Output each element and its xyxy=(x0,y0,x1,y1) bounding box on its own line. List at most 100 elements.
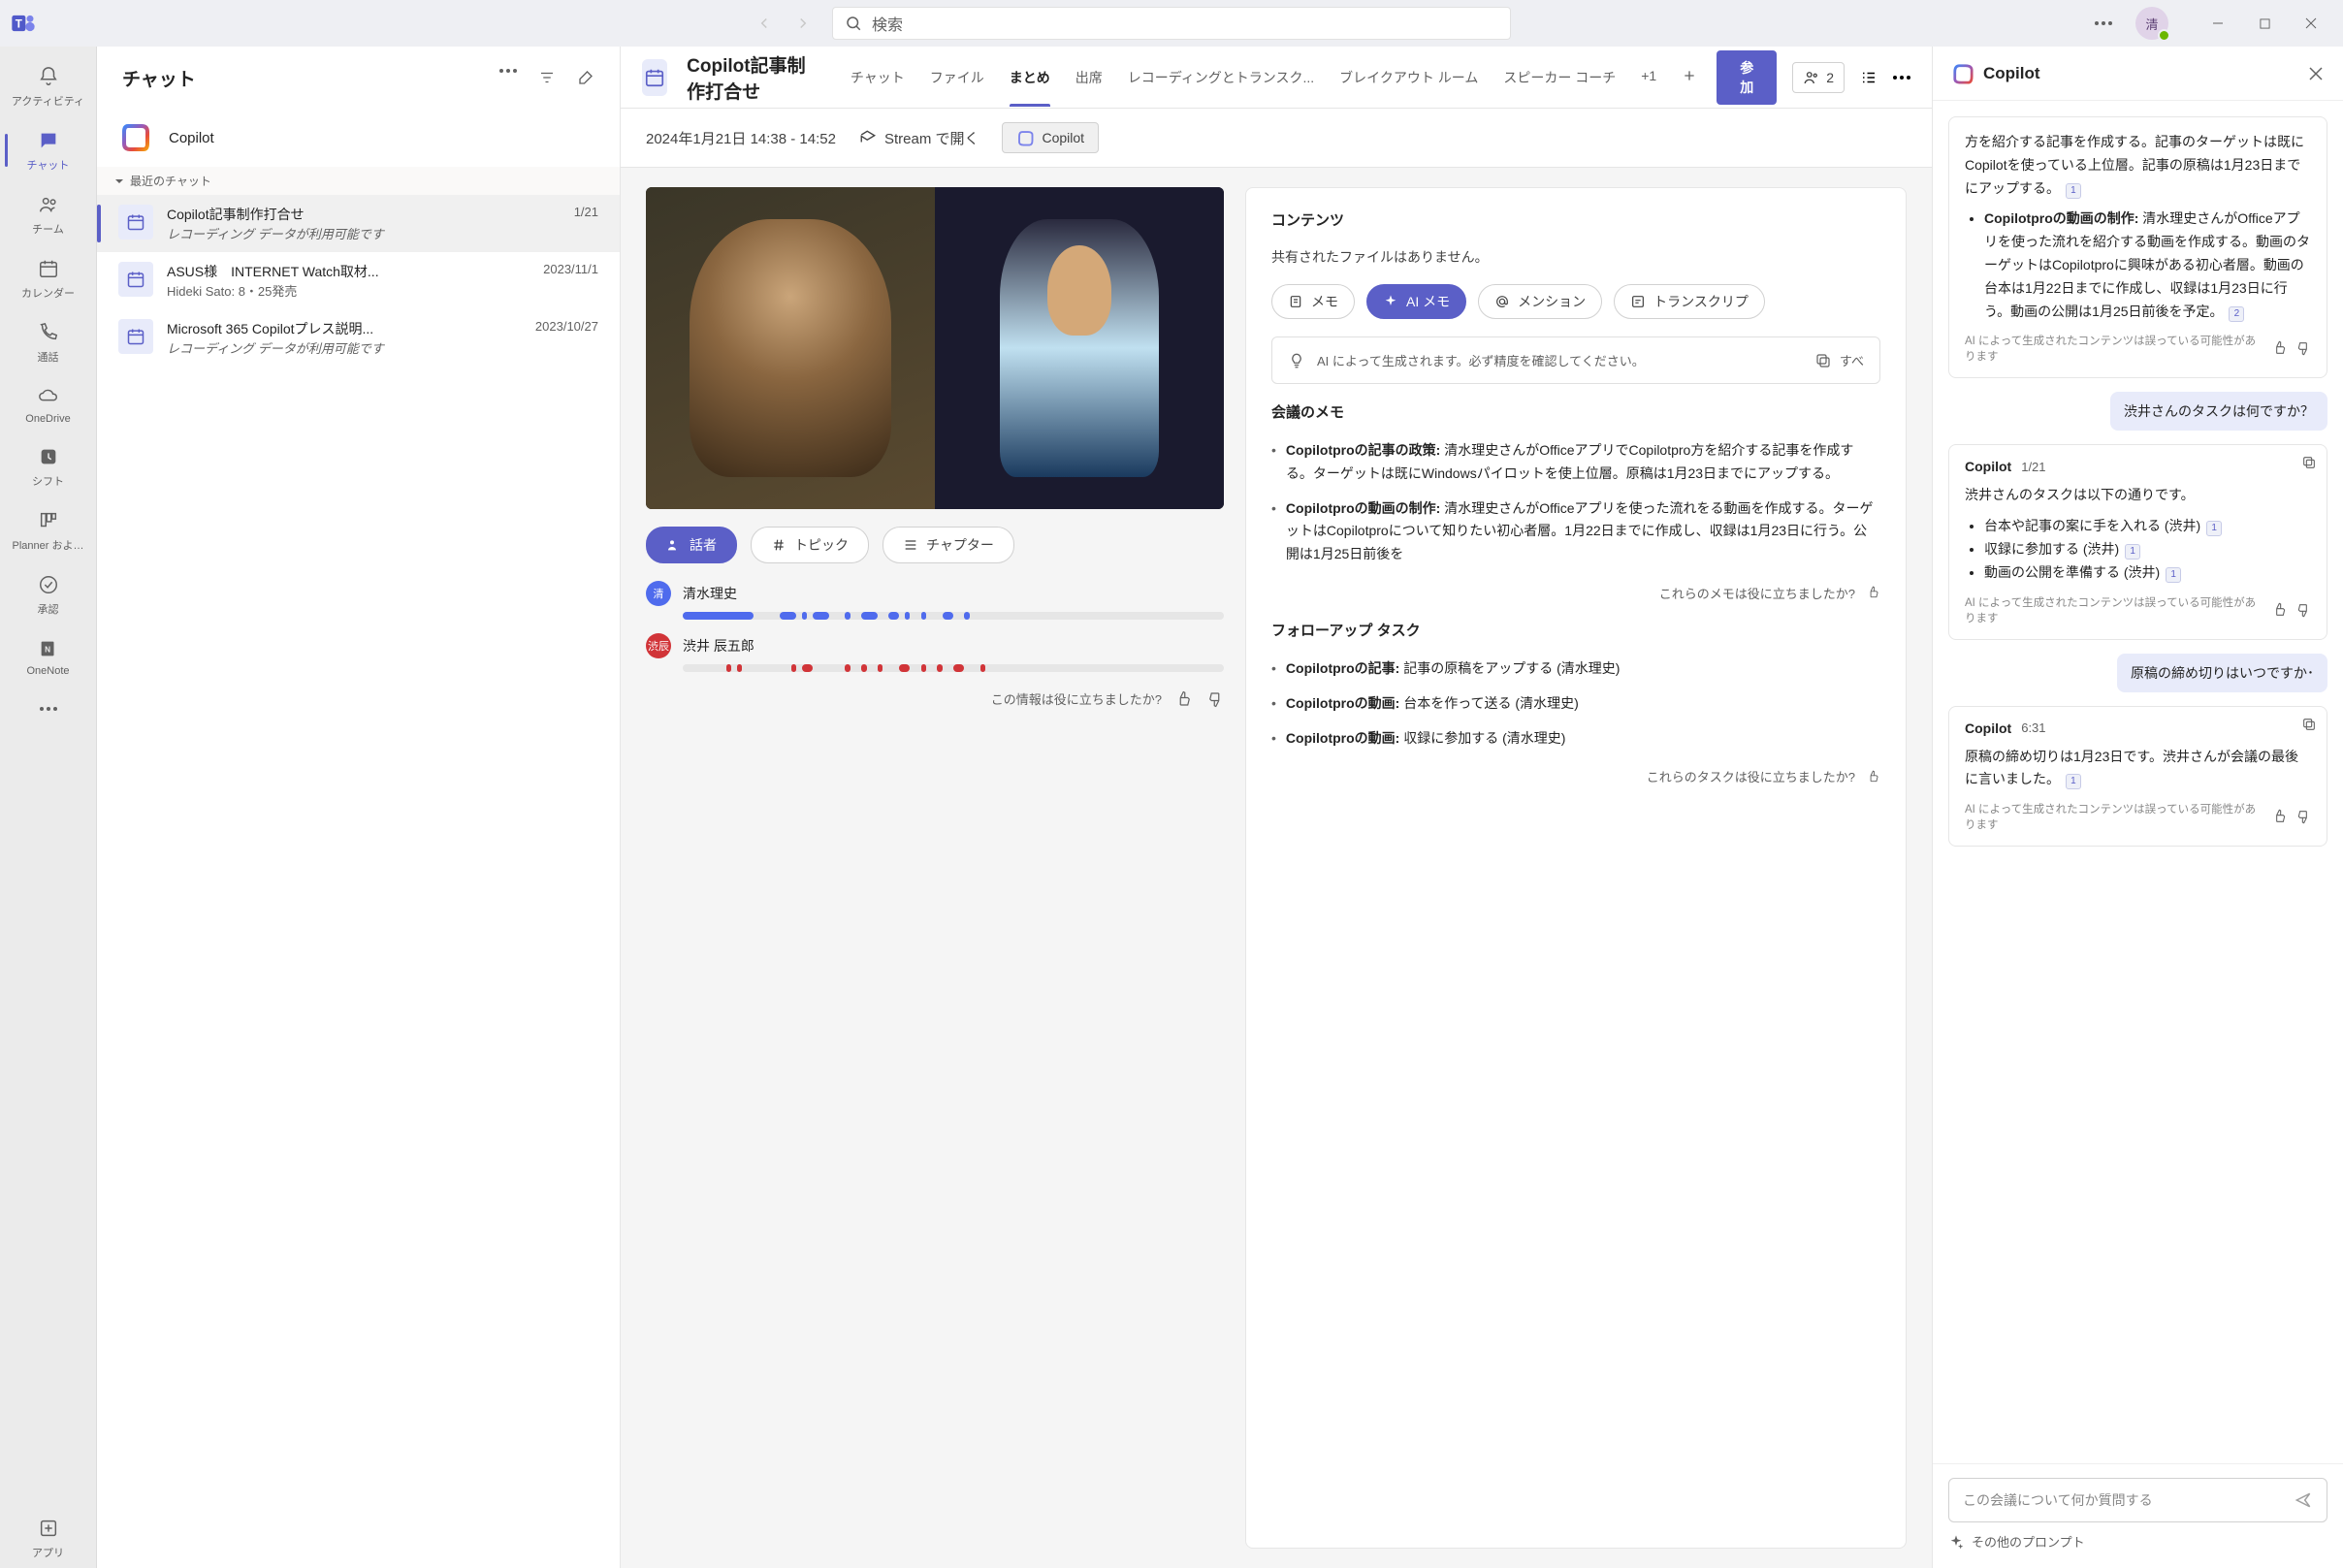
reference-chip[interactable]: 2 xyxy=(2229,306,2244,322)
user-message: 原稿の締め切りはいつですか･ xyxy=(2117,654,2327,692)
rail-chat[interactable]: チャット xyxy=(5,120,92,180)
rail-onedrive[interactable]: OneDrive xyxy=(5,376,92,432)
copilot-entry-label: Copilot xyxy=(169,130,214,146)
rail-calendar[interactable]: カレンダー xyxy=(5,248,92,308)
rail-activity[interactable]: アクティビティ xyxy=(5,56,92,116)
speaker-timeline[interactable] xyxy=(683,612,1224,620)
chat-list-panel: チャット Copilot 最近のチャット Copilot記事制作打合せ レコーデ… xyxy=(97,47,621,1568)
tab-speaker-coach[interactable]: スピーカー コーチ xyxy=(1503,48,1616,107)
thumbs-down-button[interactable] xyxy=(2295,340,2311,356)
copilot-input[interactable]: この会議について何か質問する xyxy=(1948,1478,2327,1522)
chevron-down-icon xyxy=(114,176,124,186)
tab-files[interactable]: ファイル xyxy=(930,48,984,107)
copy-button[interactable] xyxy=(2301,717,2317,732)
copilot-icon xyxy=(1952,63,1974,84)
window-maximize[interactable] xyxy=(2242,8,2287,39)
window-close[interactable] xyxy=(2289,8,2333,39)
rail-calls[interactable]: 通話 xyxy=(5,312,92,372)
chat-list-header: チャット xyxy=(97,47,620,109)
pill-mention[interactable]: メンション xyxy=(1478,284,1602,319)
chat-item[interactable]: Copilot記事制作打合せ レコーディング データが利用可能です 1/21 xyxy=(97,195,620,252)
open-in-stream[interactable]: Stream で開く xyxy=(859,128,979,148)
tab-breakout[interactable]: ブレイクアウト ルーム xyxy=(1339,48,1478,107)
other-prompts-button[interactable]: その他のプロンプト xyxy=(1948,1532,2327,1551)
reference-chip[interactable]: 1 xyxy=(2206,521,2222,536)
chat-item[interactable]: ASUS様 INTERNET Watch取材... Hideki Sato: 8… xyxy=(97,252,620,309)
tab-attendance[interactable]: 出席 xyxy=(1075,48,1103,107)
chat-copilot-entry[interactable]: Copilot xyxy=(97,109,620,167)
thumbs-up-button[interactable] xyxy=(1175,690,1193,708)
thumbs-down-button[interactable] xyxy=(1206,690,1224,708)
pill-memo[interactable]: メモ xyxy=(1271,284,1355,319)
copilot-toggle-chip[interactable]: Copilot xyxy=(1002,122,1099,153)
nav-forward[interactable] xyxy=(786,6,820,41)
rail-onenote[interactable]: NOneNote xyxy=(5,628,92,685)
chat-group-recent[interactable]: 最近のチャット xyxy=(97,167,620,195)
tab-recap[interactable]: まとめ xyxy=(1010,48,1050,107)
speaker-avatar: 渋辰 xyxy=(646,633,671,658)
speaker-timelines: 清清水理史 xyxy=(646,581,1224,672)
rail-approvals[interactable]: 承認 xyxy=(5,564,92,624)
main-content: Copilot記事制作打合せ チャット ファイル まとめ 出席 レコーディングと… xyxy=(621,47,1932,1568)
app-rail: アクティビティ チャット チーム カレンダー 通話 OneDrive シフト P… xyxy=(0,47,97,1568)
recording-thumbnail[interactable] xyxy=(646,187,1224,509)
copy-button[interactable] xyxy=(2301,455,2317,470)
meeting-icon xyxy=(118,262,153,297)
chat-list-more[interactable] xyxy=(499,69,517,86)
tab-more[interactable]: +1 xyxy=(1641,48,1656,107)
search-placeholder: 検索 xyxy=(872,12,903,35)
tab-recording[interactable]: レコーディングとトランスク... xyxy=(1128,48,1314,107)
pill-ai-memo[interactable]: AI メモ xyxy=(1366,284,1466,319)
view-tab-chapter[interactable]: チャプター xyxy=(883,527,1014,563)
copilot-close-button[interactable] xyxy=(2308,66,2324,81)
meeting-head-more[interactable] xyxy=(1893,76,1910,80)
tab-chat[interactable]: チャット xyxy=(851,48,905,107)
copilot-title: Copilot xyxy=(1983,64,2040,83)
thumbs-up-button[interactable] xyxy=(1867,586,1880,599)
search-icon xyxy=(845,15,862,32)
search-input[interactable]: 検索 xyxy=(832,7,1511,40)
copilot-list-item: Copilotproの動画の制作: 清水理史さんがOfficeアプリを使った流れ… xyxy=(1984,208,2311,323)
rail-apps[interactable]: アプリ xyxy=(5,1508,92,1568)
copy-icon[interactable] xyxy=(1814,352,1832,369)
copilot-response-card: Copilot6:31 原稿の締め切りは1月23日です。渋井さんが会議の最後に言… xyxy=(1948,706,2327,848)
tab-add[interactable] xyxy=(1682,48,1697,107)
chat-item[interactable]: Microsoft 365 Copilotプレス説明... レコーディング デー… xyxy=(97,309,620,367)
nav-back[interactable] xyxy=(747,6,782,41)
thumbs-up-button[interactable] xyxy=(1867,770,1880,784)
titlebar-more[interactable] xyxy=(2089,16,2118,31)
rail-more[interactable] xyxy=(5,688,92,729)
participants-button[interactable]: 2 xyxy=(1792,62,1845,93)
transcript-icon xyxy=(1630,294,1646,309)
new-chat-button[interactable] xyxy=(577,69,594,86)
thumbs-up-button[interactable] xyxy=(2272,602,2288,618)
list-view-button[interactable] xyxy=(1860,69,1878,86)
user-avatar[interactable]: 清 xyxy=(2135,7,2168,40)
reference-chip[interactable]: 1 xyxy=(2066,774,2081,789)
thumbs-down-button[interactable] xyxy=(2295,602,2311,618)
reference-chip[interactable]: 1 xyxy=(2125,544,2140,560)
view-tab-speaker[interactable]: 話者 xyxy=(646,527,737,563)
followup-list: Copilotproの記事: 記事の原稿をアップする (清水理史) Copilo… xyxy=(1271,657,1880,750)
window-minimize[interactable] xyxy=(2196,8,2240,39)
speaker-timeline[interactable] xyxy=(683,664,1224,672)
rail-shifts[interactable]: シフト xyxy=(5,436,92,496)
pill-transcript[interactable]: トランスクリプ xyxy=(1614,284,1765,319)
memo-item: Copilotproの記事の政策: 清水理史さんがOfficeアプリでCopil… xyxy=(1271,439,1880,486)
join-button[interactable]: 参加 xyxy=(1717,50,1777,105)
memo-feedback-label: これらのメモは役に立ちましたか? xyxy=(1659,584,1855,602)
thumbs-up-button[interactable] xyxy=(2272,340,2288,356)
thumbs-up-button[interactable] xyxy=(2272,809,2288,824)
rail-teams[interactable]: チーム xyxy=(5,184,92,244)
send-button[interactable] xyxy=(2294,1490,2313,1510)
rail-planner[interactable]: Planner およ… xyxy=(5,500,92,560)
people-icon xyxy=(666,537,682,553)
reference-chip[interactable]: 1 xyxy=(2166,567,2181,583)
chat-list-filter[interactable] xyxy=(538,69,556,86)
sparkle-icon xyxy=(1948,1534,1964,1550)
view-tab-topic[interactable]: トピック xyxy=(751,527,869,563)
followup-item: Copilotproの記事: 記事の原稿をアップする (清水理史) xyxy=(1271,657,1880,681)
chat-list-title: チャット xyxy=(122,65,196,91)
reference-chip[interactable]: 1 xyxy=(2066,183,2081,199)
thumbs-down-button[interactable] xyxy=(2295,809,2311,824)
